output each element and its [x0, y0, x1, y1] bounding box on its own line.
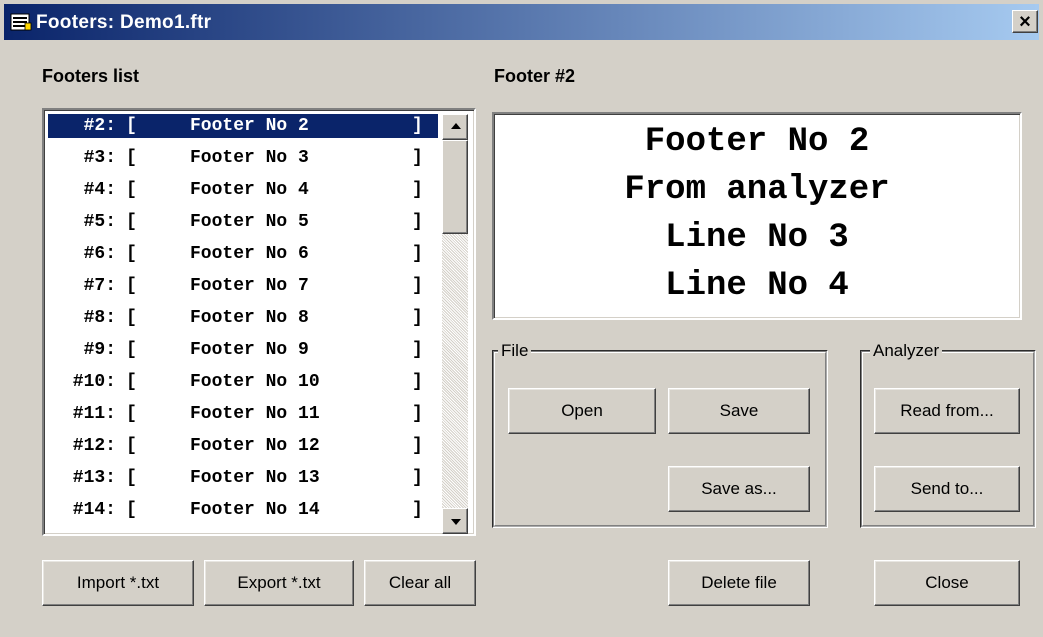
list-item[interactable]: #13: [ Footer No 13] [48, 466, 438, 490]
list-item[interactable]: #2: [ Footer No 2] [48, 114, 438, 138]
list-item-number: #8: [83, 308, 116, 328]
list-item-open-bracket: [ [126, 116, 137, 136]
file-group-legend: File [498, 341, 532, 361]
list-item[interactable]: #10: [ Footer No 10] [48, 370, 438, 394]
footers-dialog: Footers: Demo1.ftr × Footers list Footer… [0, 0, 1043, 637]
list-item-number: #12: [72, 436, 116, 456]
list-item[interactable]: #3: [ Footer No 3] [48, 146, 438, 170]
list-item-open-bracket: [ [126, 500, 137, 520]
clear-all-button[interactable]: Clear all [364, 560, 476, 606]
list-item-number: #14: [72, 500, 116, 520]
list-item-text: Footer No 12 [190, 436, 320, 456]
list-item-open-bracket: [ [126, 436, 137, 456]
list-item-open-bracket: [ [126, 212, 137, 232]
open-button[interactable]: Open [508, 388, 656, 434]
close-icon[interactable]: × [1012, 10, 1038, 33]
list-item-number: #9: [83, 340, 116, 360]
close-button[interactable]: Close [874, 560, 1020, 606]
list-item-close-bracket: ] [412, 404, 423, 424]
list-item-close-bracket: ] [412, 500, 423, 520]
window-app-icon [10, 13, 32, 31]
footer-preview-label: Footer #2 [494, 66, 576, 86]
list-item-open-bracket: [ [126, 244, 137, 264]
preview-line-3: Line No 3 [665, 219, 849, 257]
list-item-close-bracket: ] [412, 244, 423, 264]
export-txt-button[interactable]: Export *.txt [204, 560, 354, 606]
list-item-text: Footer No 7 [190, 276, 309, 296]
list-item-close-bracket: ] [412, 212, 423, 232]
scroll-down-button[interactable] [442, 508, 468, 534]
arrow-down-icon [451, 519, 461, 525]
list-item-open-bracket: [ [126, 180, 137, 200]
list-item-number: #13: [72, 468, 116, 488]
preview-line-2: From analyzer [624, 171, 890, 209]
list-item-open-bracket: [ [126, 148, 137, 168]
list-scrollbar[interactable] [442, 114, 468, 534]
list-item-number: #5: [83, 212, 116, 232]
list-item-number: #6: [83, 244, 116, 264]
footers-listbox[interactable]: #2: [ Footer No 2] #3: [ Footer No 3] #4: [ Foot… [42, 108, 476, 536]
title-bar[interactable]: Footers: Demo1.ftr × [4, 4, 1039, 40]
delete-file-button[interactable]: Delete file [668, 560, 810, 606]
arrow-up-icon [451, 123, 461, 129]
import-txt-button[interactable]: Import *.txt [42, 560, 194, 606]
list-item[interactable]: #9: [ Footer No 9] [48, 338, 438, 362]
list-item-text: Footer No 11 [190, 404, 320, 424]
list-item-text: Footer No 13 [190, 468, 320, 488]
list-item-close-bracket: ] [412, 308, 423, 328]
preview-line-4: Line No 4 [665, 267, 849, 305]
list-item[interactable]: #5: [ Footer No 5] [48, 210, 438, 234]
footer-preview: Footer No 2 From analyzer Line No 3 Line… [492, 112, 1022, 320]
list-item-text: Footer No 5 [190, 212, 309, 232]
list-item-close-bracket: ] [412, 148, 423, 168]
send-to-button[interactable]: Send to... [874, 466, 1020, 512]
list-item-close-bracket: ] [412, 340, 423, 360]
list-item[interactable]: #11: [ Footer No 11] [48, 402, 438, 426]
scroll-up-button[interactable] [442, 114, 468, 140]
list-item-number: #11: [72, 404, 116, 424]
list-item-text: Footer No 4 [190, 180, 309, 200]
list-item[interactable]: #14: [ Footer No 14] [48, 498, 438, 522]
save-button[interactable]: Save [668, 388, 810, 434]
list-item[interactable]: #4: [ Footer No 4] [48, 178, 438, 202]
list-item[interactable]: #7: [ Footer No 7] [48, 274, 438, 298]
list-item-close-bracket: ] [412, 372, 423, 392]
list-item-number: #4: [83, 180, 116, 200]
list-item-text: Footer No 9 [190, 340, 309, 360]
window-title: Footers: Demo1.ftr [36, 12, 212, 33]
list-item-close-bracket: ] [412, 276, 423, 296]
list-item-number: #3: [83, 148, 116, 168]
list-item-text: Footer No 8 [190, 308, 309, 328]
list-item-text: Footer No 3 [190, 148, 309, 168]
list-item-number: #10: [72, 372, 116, 392]
list-item-open-bracket: [ [126, 372, 137, 392]
list-item-number: #7: [83, 276, 116, 296]
list-item[interactable]: #8: [ Footer No 8] [48, 306, 438, 330]
list-item-open-bracket: [ [126, 308, 137, 328]
list-item-open-bracket: [ [126, 340, 137, 360]
list-item-close-bracket: ] [412, 116, 423, 136]
footers-list-label: Footers list [42, 66, 140, 86]
list-item-close-bracket: ] [412, 436, 423, 456]
list-item-text: Footer No 10 [190, 372, 320, 392]
list-item-open-bracket: [ [126, 276, 137, 296]
list-item-close-bracket: ] [412, 180, 423, 200]
list-item-open-bracket: [ [126, 404, 137, 424]
list-item-close-bracket: ] [412, 468, 423, 488]
preview-line-1: Footer No 2 [644, 123, 870, 161]
save-as-button[interactable]: Save as... [668, 466, 810, 512]
list-item-number: #2: [83, 116, 116, 136]
list-item-text: Footer No 14 [190, 500, 320, 520]
list-item[interactable]: #12: [ Footer No 12] [48, 434, 438, 458]
analyzer-group-legend: Analyzer [870, 341, 943, 361]
list-item-text: Footer No 2 [190, 116, 309, 136]
list-item-open-bracket: [ [126, 468, 137, 488]
scroll-thumb[interactable] [442, 140, 468, 234]
read-from-button[interactable]: Read from... [874, 388, 1020, 434]
list-item[interactable]: #6: [ Footer No 6] [48, 242, 438, 266]
list-item-text: Footer No 6 [190, 244, 309, 264]
